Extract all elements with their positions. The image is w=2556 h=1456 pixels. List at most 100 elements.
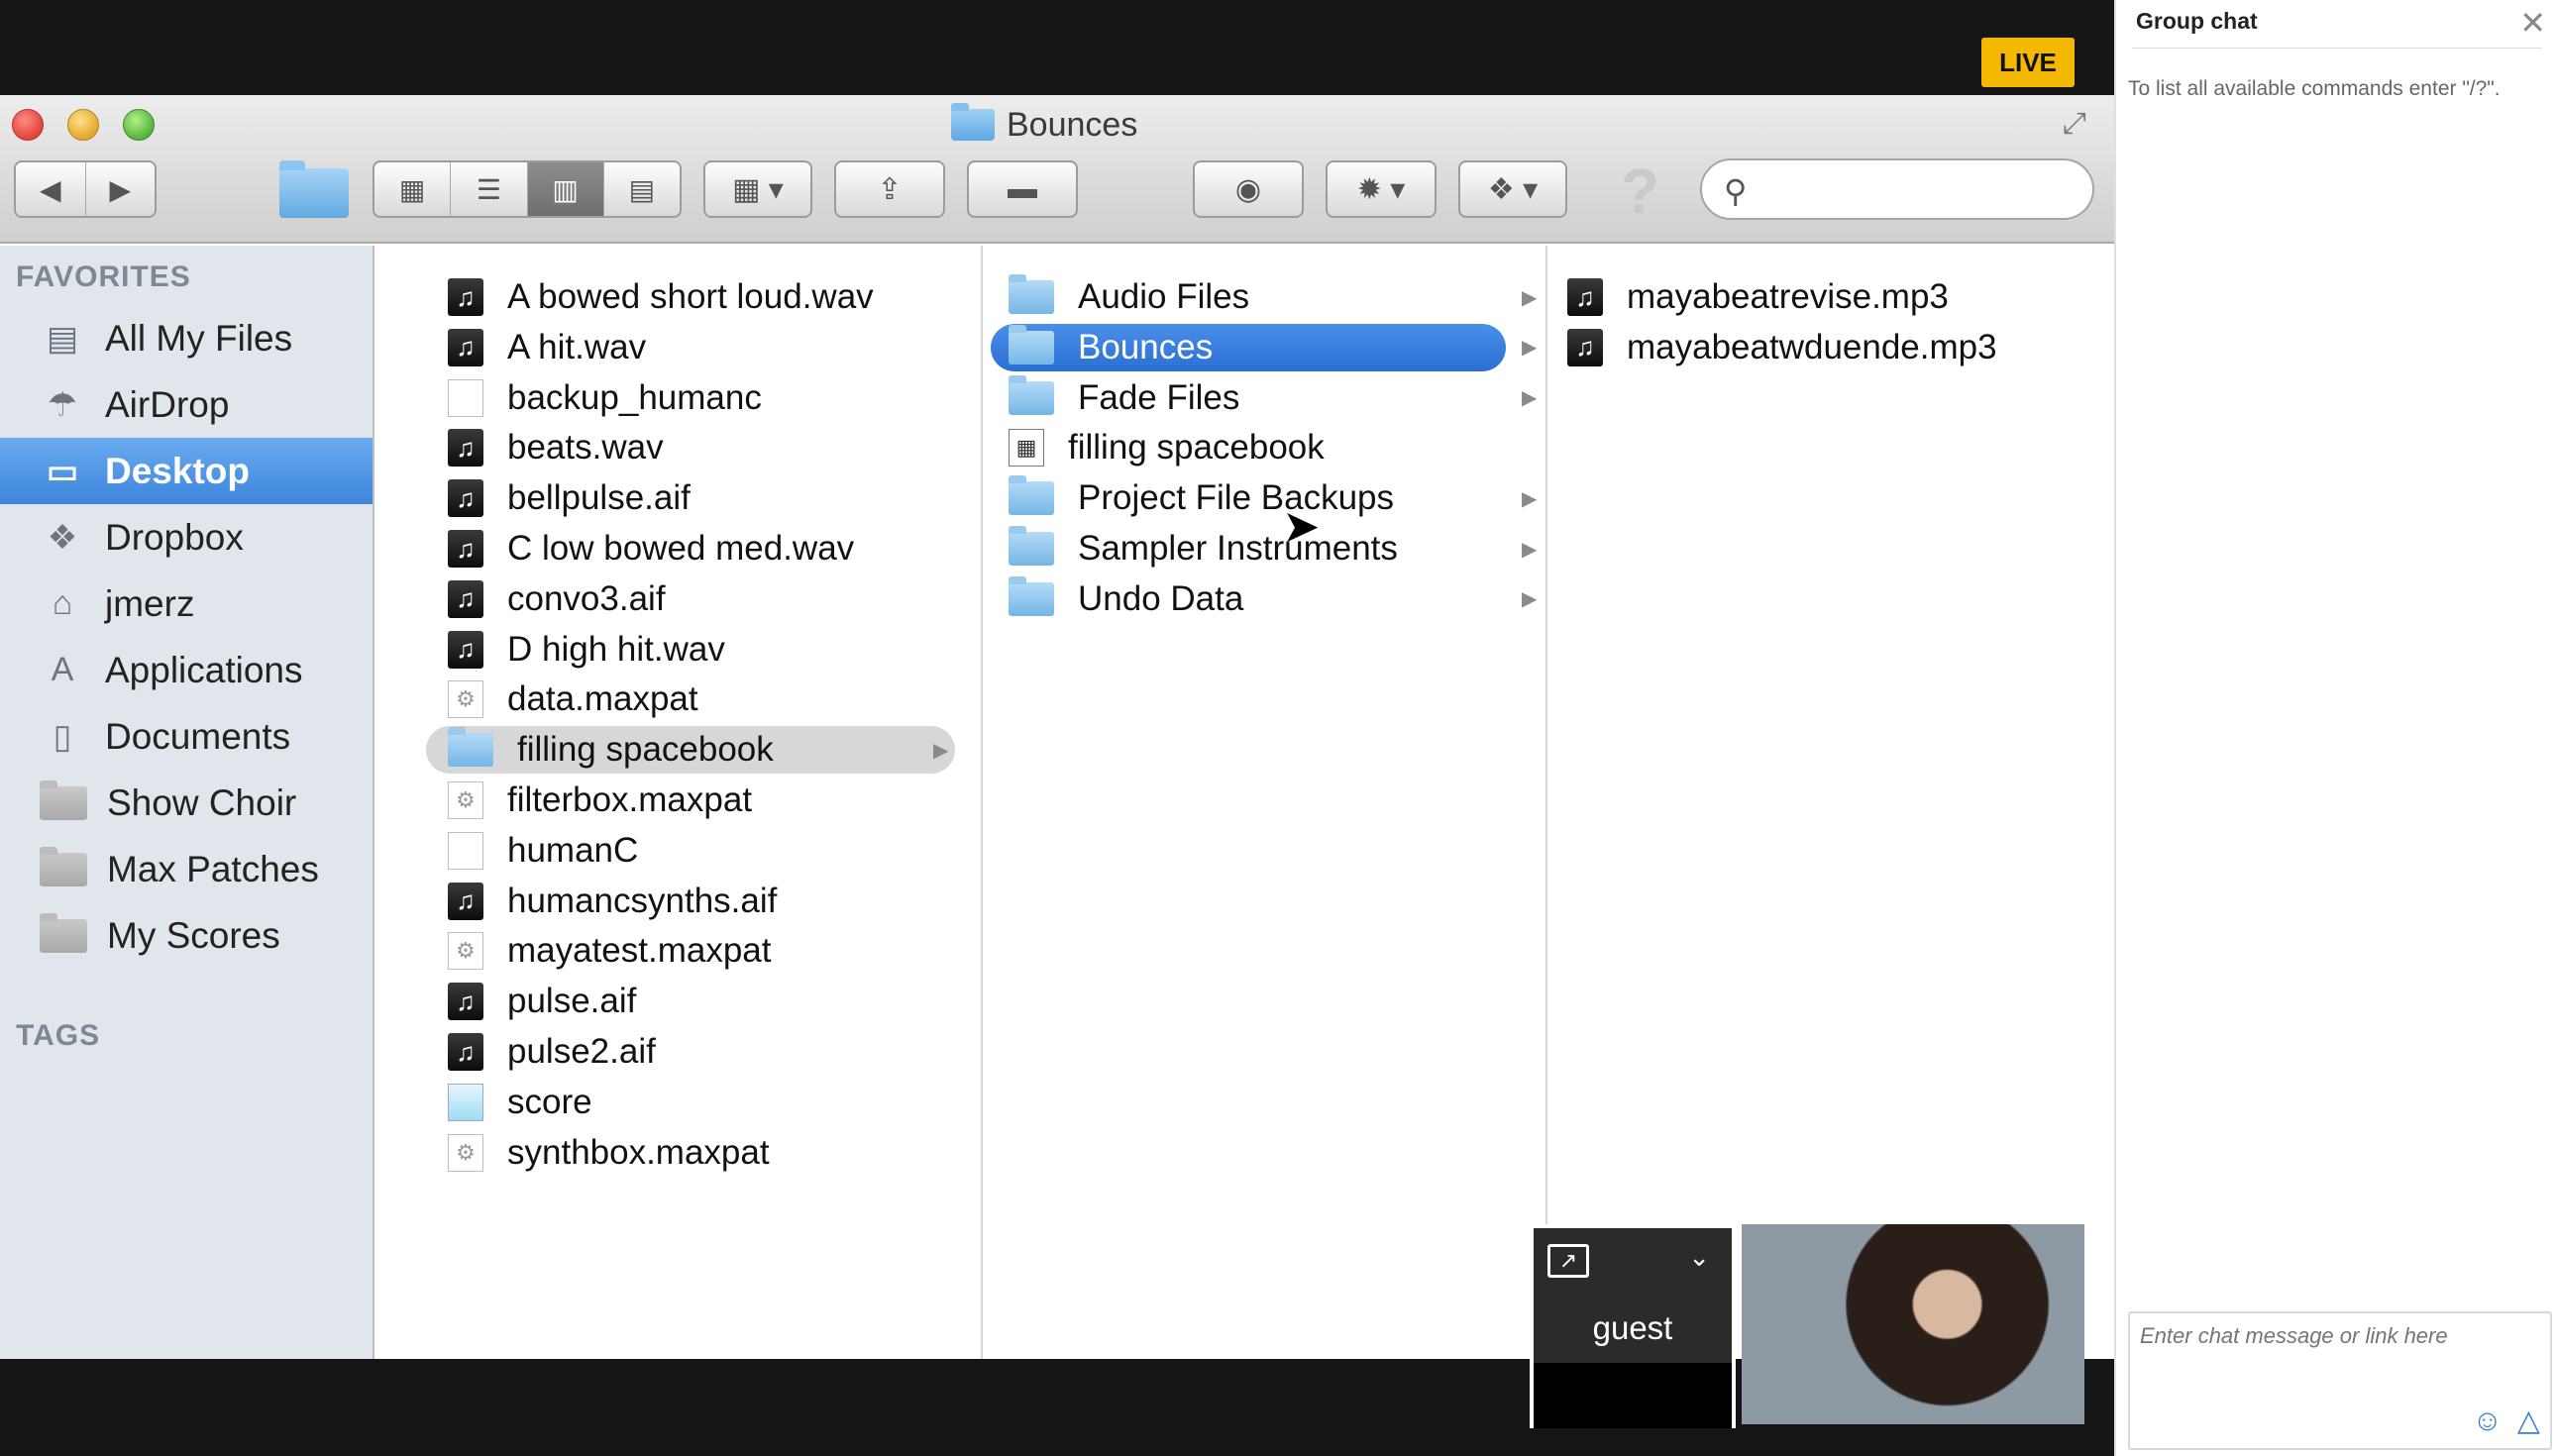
- sidebar-item-dropbox[interactable]: ❖ Dropbox: [0, 504, 373, 571]
- file-row[interactable]: ⚙ mayatest.maxpat: [426, 927, 955, 975]
- close-icon[interactable]: ✕: [2519, 4, 2546, 42]
- window-title: Bounces: [951, 103, 1137, 147]
- audio-file-icon: ♫: [448, 1033, 483, 1071]
- column-view-button[interactable]: ▥: [527, 162, 604, 216]
- file-row[interactable]: Fade Files ▶: [991, 374, 1537, 422]
- file-row[interactable]: ♫ mayabeatwduende.mp3: [1549, 324, 2104, 371]
- sidebar-item-airdrop[interactable]: ☂ AirDrop: [0, 371, 373, 438]
- sidebar-item-max-patches[interactable]: Max Patches: [0, 836, 373, 902]
- folder-file-icon: [1009, 374, 1054, 415]
- file-row[interactable]: ♫ A bowed short loud.wav: [426, 273, 955, 321]
- sidebar-item-applications[interactable]: A Applications: [0, 637, 373, 703]
- coverflow-view-button[interactable]: ▤: [603, 162, 680, 216]
- sidebar-item-label: Desktop: [105, 450, 250, 491]
- sidebar-item-my-scores[interactable]: My Scores: [0, 902, 373, 969]
- screen: LIVE Bounces ⤢ ◀ ▶ ▦ ☰ ▥ ▤ ▦ ▾ ⇪ ▬ ◉ ✹ ▾…: [0, 0, 2556, 1456]
- sidebar-item-all-my-files[interactable]: ▤ All My Files: [0, 305, 373, 371]
- action-gear-button[interactable]: ✹ ▾: [1326, 160, 1437, 218]
- search-field[interactable]: ⚲: [1700, 158, 2094, 220]
- audio-file-icon: ♫: [448, 882, 483, 920]
- sidebar-item-label: Dropbox: [105, 516, 244, 558]
- audio-file-icon: ♫: [448, 429, 483, 468]
- logic-file-icon: ▦: [1009, 429, 1044, 468]
- file-row[interactable]: ♫ A hit.wav: [426, 324, 955, 371]
- maxpat-file-icon: ⚙: [448, 1133, 483, 1172]
- disclosure-arrow-icon: ▶: [1522, 286, 1538, 309]
- path-folder-icon[interactable]: [279, 160, 349, 218]
- file-name: mayabeatwduende.mp3: [1627, 327, 1997, 366]
- file-name: backup_humanc: [507, 377, 762, 417]
- sidebar-item-label: Applications: [105, 649, 303, 690]
- guest-tile-bottom: [1534, 1363, 1732, 1428]
- participant-camera-video[interactable]: [1742, 1224, 2084, 1424]
- file-row[interactable]: ♫ D high hit.wav: [426, 626, 955, 674]
- folder-file-icon: [1009, 575, 1054, 616]
- file-row[interactable]: ♫ pulse2.aif: [426, 1028, 955, 1076]
- maxpat-file-icon: ⚙: [448, 781, 483, 819]
- file-row[interactable]: backup_humanc: [426, 374, 955, 422]
- file-row[interactable]: ♫ convo3.aif: [426, 575, 955, 623]
- folder-file-icon: [1009, 274, 1054, 314]
- share-button[interactable]: ⇪: [834, 160, 945, 218]
- file-name: pulse2.aif: [507, 1032, 656, 1071]
- view-mode-control: ▦ ☰ ▥ ▤: [373, 160, 682, 218]
- quick-look-button[interactable]: ◉: [1193, 160, 1304, 218]
- file-row[interactable]: ♫ pulse.aif: [426, 978, 955, 1025]
- sidebar-item-jmerz[interactable]: ⌂ jmerz: [0, 571, 373, 637]
- disclosure-arrow-icon: ▶: [1522, 337, 1538, 360]
- drive-icon[interactable]: △: [2517, 1404, 2540, 1438]
- fullscreen-icon[interactable]: ⤢: [2063, 107, 2086, 141]
- close-window-button[interactable]: [12, 109, 44, 141]
- list-view-button[interactable]: ☰: [451, 162, 528, 216]
- chat-title: Group chat: [2136, 8, 2258, 34]
- group-chat-panel: Group chat ✕ To list all available comma…: [2114, 0, 2556, 1456]
- dropbox-toolbar-button[interactable]: ❖ ▾: [1458, 160, 1567, 218]
- file-row[interactable]: ♫ beats.wav: [426, 424, 955, 471]
- file-row[interactable]: ⚙ synthbox.maxpat: [426, 1129, 955, 1177]
- file-row[interactable]: filling spacebook ▶: [426, 726, 955, 775]
- file-row[interactable]: ⚙ filterbox.maxpat: [426, 777, 955, 824]
- file-name: A bowed short loud.wav: [507, 277, 874, 316]
- file-row[interactable]: ⚙ data.maxpat: [426, 676, 955, 723]
- file-row[interactable]: ▦ filling spacebook: [991, 424, 1506, 471]
- disclosure-arrow-icon: ▶: [1522, 588, 1538, 611]
- zoom-window-button[interactable]: [123, 109, 155, 141]
- search-input[interactable]: [1771, 168, 2069, 210]
- sidebar-item-documents[interactable]: ▯ Documents: [0, 703, 373, 770]
- file-row[interactable]: ♫ C low bowed med.wav: [426, 525, 955, 572]
- file-row[interactable]: humanC: [426, 827, 955, 875]
- file-name: filterbox.maxpat: [507, 780, 753, 819]
- file-name: beats.wav: [507, 428, 664, 468]
- minimize-window-button[interactable]: [67, 109, 99, 141]
- back-button[interactable]: ◀: [16, 162, 86, 216]
- file-row[interactable]: score: [426, 1079, 955, 1126]
- sidebar-item-show-choir[interactable]: Show Choir: [0, 770, 373, 836]
- arrange-button[interactable]: ▦ ▾: [703, 160, 812, 218]
- file-name: humancsynths.aif: [507, 881, 778, 920]
- help-icon[interactable]: ?: [1621, 155, 1659, 228]
- emoji-icon[interactable]: ☺: [2472, 1404, 2503, 1438]
- column-bounces: ♫ mayabeatrevise.mp3 ♫ mayabeatwduende.mp3: [1549, 246, 2114, 1359]
- all-files-icon: ▤: [46, 319, 79, 358]
- file-row[interactable]: ♫ mayabeatrevise.mp3: [1549, 273, 2104, 321]
- screen-share-icon[interactable]: ↗: [1547, 1244, 1589, 1278]
- file-row[interactable]: ♫ bellpulse.aif: [426, 474, 955, 522]
- file-name: convo3.aif: [507, 578, 666, 618]
- audio-file-icon: ♫: [448, 530, 483, 568]
- file-row[interactable]: ♫ humancsynths.aif: [426, 878, 955, 925]
- file-row[interactable]: Undo Data ▶: [991, 575, 1537, 623]
- live-badge: LIVE: [1981, 38, 2075, 87]
- folder-icon: [40, 846, 87, 886]
- file-row[interactable]: Bounces ▶: [991, 323, 1537, 371]
- search-icon: ⚲: [1724, 173, 1748, 209]
- file-name: pulse.aif: [507, 982, 637, 1021]
- chevron-down-icon[interactable]: ⌄: [1688, 1242, 1710, 1273]
- icon-view-button[interactable]: ▦: [374, 162, 452, 216]
- guest-video-tile[interactable]: ↗ ⌄ guest: [1530, 1224, 1736, 1428]
- tags-button[interactable]: ▬: [967, 160, 1078, 218]
- file-row[interactable]: Project File Backups ▶: [991, 474, 1537, 522]
- file-row[interactable]: Audio Files ▶: [991, 273, 1537, 321]
- forward-button[interactable]: ▶: [85, 162, 155, 216]
- file-row[interactable]: Sampler Instruments ▶: [991, 525, 1537, 572]
- sidebar-item-desktop[interactable]: ▭ Desktop: [0, 438, 373, 504]
